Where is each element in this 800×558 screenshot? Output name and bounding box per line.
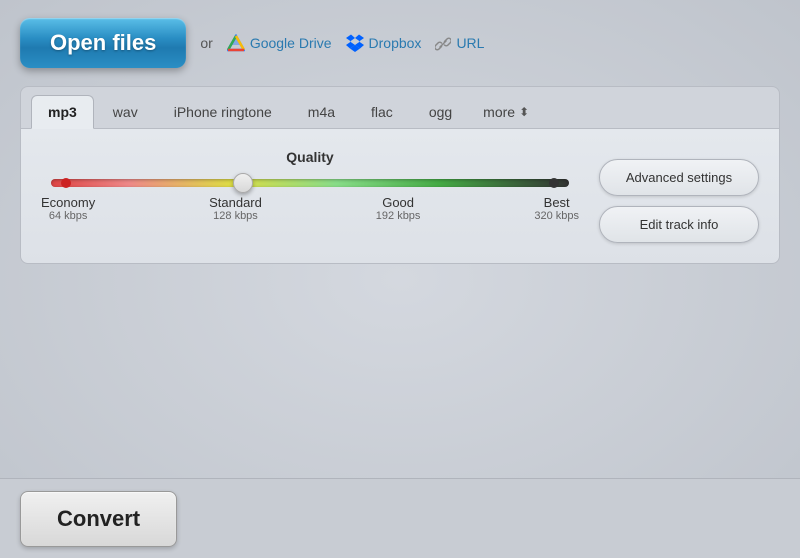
chevron-down-icon: ⬍: [519, 105, 529, 119]
best-label: Best: [534, 195, 579, 210]
url-label: URL: [456, 35, 484, 51]
tab-more[interactable]: more ⬍: [471, 96, 541, 128]
standard-label: Standard: [209, 195, 262, 210]
or-text: or: [200, 35, 212, 51]
dropbox-link[interactable]: Dropbox: [346, 34, 422, 52]
quality-marker-standard: Standard 128 kbps: [209, 195, 262, 222]
settings-panel: Quality Economy 64 kbps Standard 128: [20, 128, 780, 264]
quality-marker-good: Good 192 kbps: [376, 195, 421, 222]
more-label: more: [483, 104, 515, 120]
quality-label: Quality: [41, 149, 579, 165]
footer: Convert: [0, 478, 800, 558]
tab-flac[interactable]: flac: [354, 95, 410, 128]
dropbox-icon: [346, 34, 364, 52]
economy-value: 64 kbps: [41, 210, 95, 222]
tab-m4a[interactable]: m4a: [291, 95, 352, 128]
quality-marker-economy: Economy 64 kbps: [41, 195, 95, 222]
google-drive-label: Google Drive: [250, 35, 332, 51]
convert-button[interactable]: Convert: [20, 491, 177, 547]
quality-section: Quality Economy 64 kbps Standard 128: [41, 149, 579, 243]
economy-label: Economy: [41, 195, 95, 210]
good-value: 192 kbps: [376, 210, 421, 222]
tab-iphone-ringtone[interactable]: iPhone ringtone: [157, 95, 289, 128]
main-content: mp3 wav iPhone ringtone m4a flac ogg mor…: [0, 86, 800, 264]
quality-marker-best: Best 320 kbps: [534, 195, 579, 222]
slider-container: [41, 179, 579, 187]
google-drive-icon: [227, 34, 245, 52]
action-buttons: Advanced settings Edit track info: [599, 149, 759, 243]
quality-markers: Economy 64 kbps Standard 128 kbps Good 1…: [41, 195, 579, 222]
tab-wav[interactable]: wav: [96, 95, 155, 128]
open-files-button[interactable]: Open files: [20, 18, 186, 68]
standard-value: 128 kbps: [209, 210, 262, 222]
advanced-settings-button[interactable]: Advanced settings: [599, 159, 759, 196]
best-value: 320 kbps: [534, 210, 579, 222]
format-tabs: mp3 wav iPhone ringtone m4a flac ogg mor…: [20, 86, 780, 128]
good-label: Good: [376, 195, 421, 210]
toolbar: Open files or Google Drive Dropbox: [0, 0, 800, 86]
tab-ogg[interactable]: ogg: [412, 95, 469, 128]
edit-track-info-button[interactable]: Edit track info: [599, 206, 759, 243]
url-icon: [435, 34, 451, 51]
slider-track: [51, 179, 569, 187]
google-drive-link[interactable]: Google Drive: [227, 34, 332, 52]
url-link[interactable]: URL: [435, 34, 484, 51]
tab-mp3[interactable]: mp3: [31, 95, 94, 129]
dropbox-label: Dropbox: [369, 35, 422, 51]
